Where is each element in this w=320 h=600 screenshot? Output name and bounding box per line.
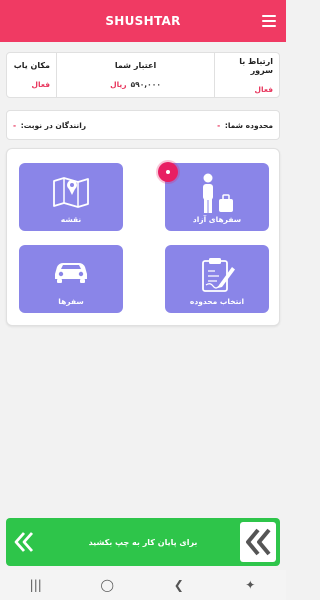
free-trips-label: سفرهای آزاد bbox=[192, 215, 242, 224]
status-card: ارتباط با سرور فعال اعتبار شما ۵۹۰,۰۰۰ ر… bbox=[6, 52, 280, 98]
swipe-label: برای پایان کار به چپ بکشید bbox=[88, 537, 198, 547]
select-zone-label: انتخاب محدوده bbox=[189, 297, 245, 306]
accessibility-icon[interactable]: ✦ bbox=[230, 578, 270, 592]
select-zone-tile[interactable]: انتخاب محدوده bbox=[165, 245, 269, 313]
menu-panel: سفرهای آزاد نقشه انتخاب محدوده سفرها bbox=[6, 148, 280, 326]
notification-badge bbox=[158, 162, 178, 182]
locator-value: فعال bbox=[31, 80, 50, 89]
credit-value: ۵۹۰,۰۰۰ ریال bbox=[110, 80, 161, 89]
queue-value: - bbox=[13, 120, 17, 130]
swipe-handle[interactable] bbox=[240, 522, 276, 562]
hamburger-menu-icon[interactable] bbox=[262, 15, 276, 27]
trips-tile[interactable]: سفرها bbox=[19, 245, 123, 313]
double-chevron-left-icon bbox=[14, 532, 34, 552]
recent-apps-icon[interactable]: ||| bbox=[16, 578, 56, 592]
queue-info: رانندگان در نوبت: - bbox=[13, 121, 86, 130]
clipboard-edit-icon bbox=[202, 258, 235, 292]
zone-info: محدوده شما: - bbox=[217, 121, 273, 130]
double-chevron-left-icon bbox=[246, 528, 271, 556]
server-status: ارتباط با سرور فعال bbox=[215, 53, 279, 97]
map-tile[interactable]: نقشه bbox=[19, 163, 123, 231]
map-label: نقشه bbox=[60, 215, 82, 224]
zone-label: محدوده شما: bbox=[224, 120, 273, 130]
queue-label: رانندگان در نوبت: bbox=[20, 120, 87, 130]
app-title: SHUSHTAR bbox=[105, 14, 181, 28]
end-shift-swipe[interactable]: برای پایان کار به چپ بکشید bbox=[6, 518, 280, 566]
server-status-value: فعال bbox=[254, 84, 273, 94]
locator-status: مکان یاب فعال bbox=[7, 53, 57, 97]
credit-status: اعتبار شما ۵۹۰,۰۰۰ ریال bbox=[57, 53, 215, 97]
locator-label: مکان یاب bbox=[13, 61, 50, 70]
home-icon[interactable]: ◯ bbox=[87, 578, 127, 592]
credit-amount: ۵۹۰,۰۰۰ bbox=[130, 80, 161, 89]
server-status-label: ارتباط با سرور bbox=[239, 56, 273, 75]
free-trips-tile[interactable]: سفرهای آزاد bbox=[165, 163, 269, 231]
back-icon[interactable]: ❮ bbox=[159, 578, 199, 592]
credit-unit: ریال bbox=[110, 80, 127, 89]
zone-value: - bbox=[217, 120, 221, 130]
traveler-luggage-icon bbox=[203, 173, 233, 213]
zone-bar: محدوده شما: - رانندگان در نوبت: - bbox=[6, 110, 280, 140]
car-icon bbox=[55, 263, 87, 283]
app-bar: SHUSHTAR bbox=[0, 0, 286, 42]
trips-label: سفرها bbox=[58, 297, 84, 306]
credit-label: اعتبار شما bbox=[114, 61, 157, 70]
system-nav-bar: ||| ◯ ❮ ✦ bbox=[0, 570, 286, 600]
map-icon bbox=[53, 177, 89, 208]
